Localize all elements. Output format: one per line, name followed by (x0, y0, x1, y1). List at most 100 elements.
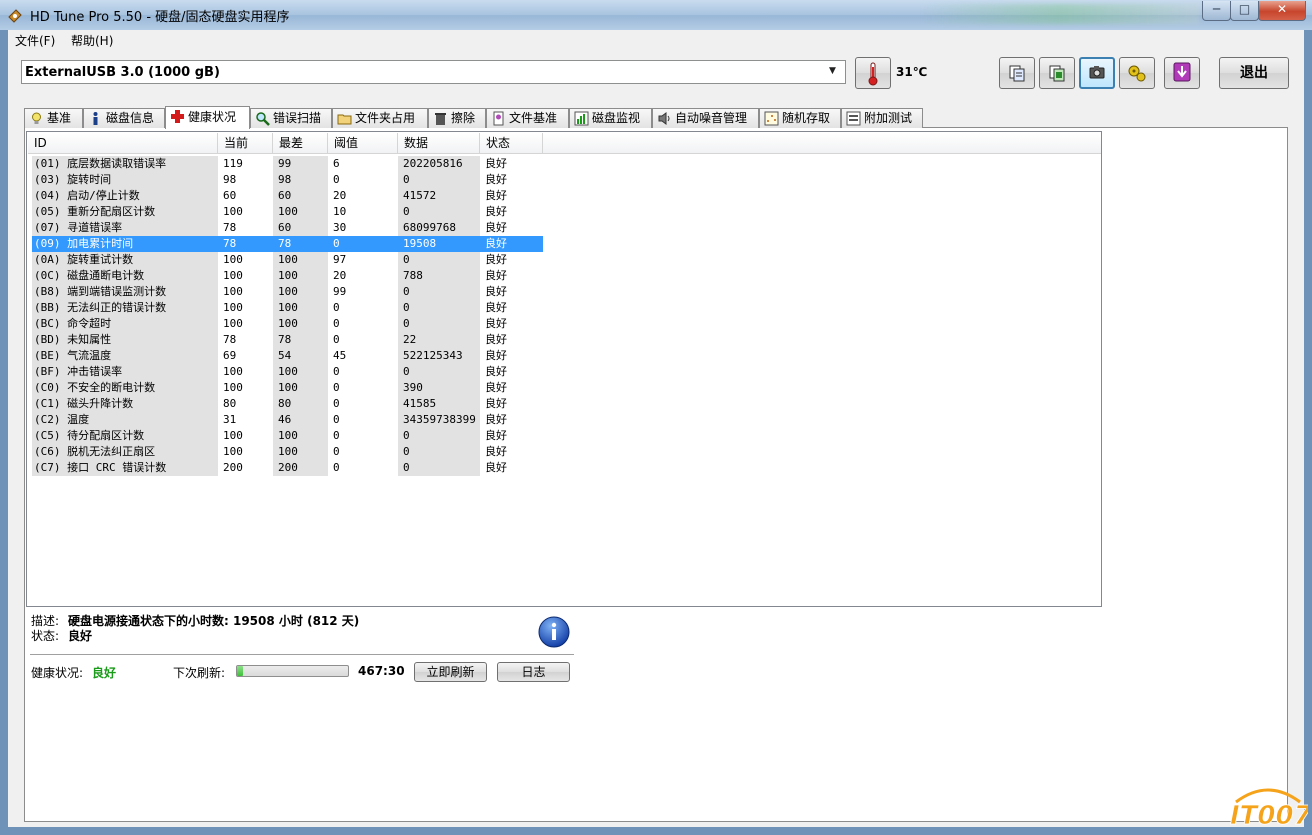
camera-icon (1089, 66, 1105, 79)
exit-button[interactable]: 退出 (1219, 57, 1289, 89)
attribute-name: (04) 启动/停止计数 (32, 188, 218, 204)
threshold-value: 0 (333, 445, 340, 458)
tab-aam-label: 自动噪音管理 (675, 111, 748, 125)
column-worst[interactable]: 最差 (273, 133, 328, 154)
tab-error-scan[interactable]: 错误扫描 (250, 108, 332, 128)
threshold-value: 0 (333, 381, 340, 394)
tab-random-access[interactable]: 随机存取 (759, 108, 841, 128)
status-value: 良好 (480, 236, 543, 252)
attribute-name: (07) 寻道错误率 (32, 220, 218, 236)
tab-disk-info[interactable]: 磁盘信息 (83, 108, 165, 128)
status-value: 良好 (485, 317, 507, 330)
raw-data: 0 (398, 460, 480, 476)
current-value: 100 (223, 301, 243, 314)
worst-value: 100 (273, 364, 328, 380)
column-current[interactable]: 当前 (218, 133, 273, 154)
random-access-icon (764, 111, 779, 126)
refresh-progress-fill (237, 666, 243, 676)
refresh-now-button[interactable]: 立即刷新 (414, 662, 487, 682)
temperature-button[interactable] (855, 57, 891, 89)
threshold-value: 0 (333, 365, 340, 378)
threshold-value: 99 (333, 285, 347, 298)
attribute-name: (0A) 旋转重试计数 (32, 252, 218, 268)
maximize-button[interactable]: □ (1230, 1, 1259, 21)
current-value: 69 (223, 349, 237, 362)
extra-tests-icon (846, 111, 861, 126)
current-value: 98 (223, 173, 237, 186)
tab-health[interactable]: 健康状况 (165, 106, 250, 129)
raw-data: 0 (398, 172, 480, 188)
status-value: 良好 (485, 253, 507, 266)
watermark-logo: IT007 (1230, 788, 1308, 830)
worst-value: 60 (273, 220, 328, 236)
attribute-name: (C0) 不安全的断电计数 (32, 380, 218, 396)
status-value: 良好 (485, 221, 507, 234)
info-icon (93, 112, 98, 125)
tab-aam[interactable]: 自动噪音管理 (652, 108, 759, 128)
tab-file-benchmark[interactable]: 文件基准 (486, 108, 569, 128)
tab-file-benchmark-label: 文件基准 (509, 111, 558, 125)
copy-info-button[interactable] (999, 57, 1035, 89)
tab-extra-tests[interactable]: 附加测试 (841, 108, 923, 128)
close-button[interactable]: ✕ (1258, 1, 1306, 21)
attribute-name: (BE) 气流温度 (32, 348, 218, 364)
attribute-name: (05) 重新分配扇区计数 (32, 204, 218, 220)
monitor-chart-icon (574, 111, 589, 126)
worst-value: 80 (273, 396, 328, 412)
column-data[interactable]: 数据 (398, 133, 480, 154)
drive-select-value: ExternalUSB 3.0 (1000 gB) (25, 65, 220, 80)
current-value: 100 (223, 381, 243, 394)
current-value: 100 (223, 445, 243, 458)
worst-value: 99 (273, 156, 328, 172)
health-value: 良好 (92, 666, 117, 680)
status-value: 良好 (485, 397, 507, 410)
tab-folder-usage[interactable]: 文件夹占用 (332, 108, 428, 128)
attribute-name: (B8) 端到端错误监测计数 (32, 284, 218, 300)
tab-disk-monitor[interactable]: 磁盘监视 (569, 108, 652, 128)
screenshot-button[interactable] (1079, 57, 1115, 89)
status-value: 良好 (485, 301, 507, 314)
raw-data: 68099768 (398, 220, 480, 236)
column-status[interactable]: 状态 (480, 133, 543, 154)
tab-erase[interactable]: 擦除 (428, 108, 486, 128)
raw-data: 0 (398, 204, 480, 220)
current-value: 78 (223, 333, 237, 346)
status-value: 良好 (485, 429, 507, 442)
save-icon (1173, 62, 1191, 82)
bulb-icon (32, 112, 41, 124)
current-value: 78 (223, 221, 237, 234)
threshold-value: 0 (333, 173, 340, 186)
column-threshold[interactable]: 阈值 (328, 133, 398, 154)
raw-data: 202205816 (398, 156, 480, 172)
status-value: 良好 (485, 189, 507, 202)
column-id[interactable]: ID (28, 133, 218, 154)
copy-screen-icon (1049, 65, 1065, 82)
threshold-value: 97 (333, 253, 347, 266)
current-value: 31 (223, 413, 237, 426)
chevron-down-icon[interactable]: ▼ (829, 66, 836, 76)
description-value: 硬盘电源接通状态下的小时数: 19508 小时 (812 天) (68, 614, 360, 628)
threshold-value: 0 (333, 301, 340, 314)
raw-data: 41585 (398, 396, 480, 412)
tab-erase-label: 擦除 (451, 111, 476, 125)
attribute-name: (0C) 磁盘通断电计数 (32, 268, 218, 284)
copy-screen-button[interactable] (1039, 57, 1075, 89)
worst-value: 100 (273, 428, 328, 444)
attribute-name: (01) 底层数据读取错误率 (32, 156, 218, 172)
tab-benchmark[interactable]: 基准 (24, 108, 83, 128)
worst-value: 100 (273, 444, 328, 460)
options-button[interactable] (1119, 57, 1155, 89)
threshold-value: 0 (328, 236, 398, 252)
thermometer-icon (868, 62, 878, 86)
menu-file[interactable]: 文件(F) (15, 32, 55, 49)
raw-data: 0 (398, 284, 480, 300)
worst-value: 78 (273, 332, 328, 348)
attribute-name: (C5) 待分配扇区计数 (32, 428, 218, 444)
status-value: 良好 (485, 333, 507, 346)
raw-data: 390 (398, 380, 480, 396)
minimize-button[interactable]: ─ (1202, 1, 1231, 21)
log-button[interactable]: 日志 (497, 662, 570, 682)
attribute-name: (09) 加电累计时间 (32, 236, 218, 252)
menu-help[interactable]: 帮助(H) (71, 32, 113, 49)
save-button[interactable] (1164, 57, 1200, 89)
